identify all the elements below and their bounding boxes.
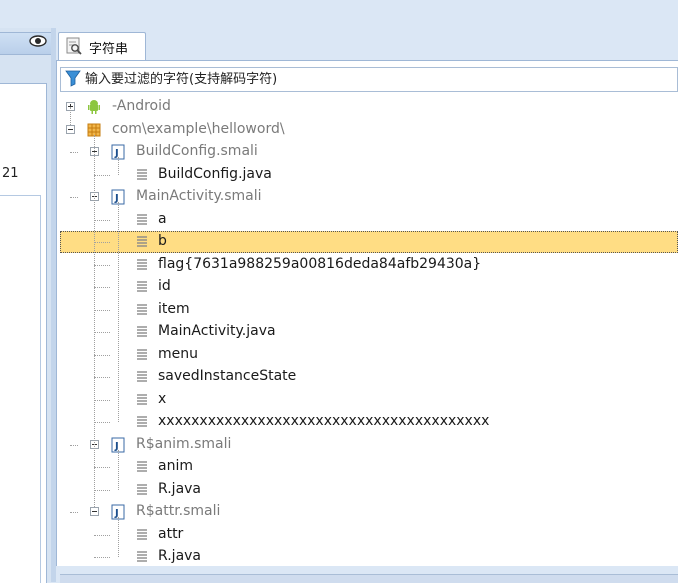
tree-row[interactable]: attr [60,524,678,546]
string-item-icon [137,326,147,337]
tree-connector [118,449,119,490]
tree-item-label: MainActivity.smali [136,188,262,204]
tree-connector [70,152,78,153]
collapse-icon[interactable] [66,124,75,134]
tree-item-label: BuildConfig.smali [136,143,258,159]
left-pane-subpanel [0,195,41,583]
tree-item-label: R$attr.smali [136,503,221,519]
tree-item-label: -Android [112,98,171,114]
string-item-icon [137,483,147,495]
tree-item-label: R.java [158,548,202,564]
tree-connector [94,557,110,558]
tree-connector [118,202,119,422]
string-item-icon [137,281,147,292]
tree-row[interactable]: a [60,209,678,231]
tree-item-label: x [158,390,167,407]
string-item-icon [137,371,147,382]
tree-connector [94,399,110,401]
strings-tree: -Android com\example\helloword\ J BuildConf… [60,96,678,566]
string-item-icon [137,236,147,247]
tree-item-label: b [158,233,167,249]
funnel-filter-icon [65,70,81,87]
tree-item-label: anim [158,458,193,474]
string-item-icon [137,303,147,315]
tree-item-label: menu [158,345,198,362]
tree-row[interactable]: J BuildConfig.smali [60,141,678,163]
tree-connector [94,467,110,468]
tree-connector [94,354,110,356]
string-item-icon [137,348,147,360]
tree-row[interactable]: id [60,276,678,298]
tree-connector [94,422,110,423]
tree-item-label: a [158,210,167,227]
string-item-icon [137,461,147,472]
string-item-icon [137,393,147,405]
string-item-icon [137,551,147,562]
tree-row[interactable]: x [60,389,678,411]
tree-item-label: R.java [158,480,202,497]
collapse-icon[interactable] [90,507,99,516]
string-item-icon [137,168,147,180]
tree-row[interactable]: savedInstanceState [60,366,678,388]
tree-connector [94,534,110,536]
tree-row[interactable]: R.java [60,546,678,568]
tree-item-label: flag{7631a988259a00816deda84afb29430a} [158,255,482,272]
eye-icon[interactable] [29,34,47,48]
tree-item-label: savedInstanceState [158,368,297,384]
string-item-icon [137,528,147,540]
tree-item-label: MainActivity.java [158,323,276,339]
tree-row[interactable]: com\example\helloword\ [60,119,678,141]
tree-row[interactable]: -Android [60,96,678,118]
tree-row[interactable]: anim [60,456,678,478]
tree-item-label: BuildConfig.java [158,165,272,182]
tree-item-label: xxxxxxxxxxxxxxxxxxxxxxxxxxxxxxxxxxxxxxxx [158,413,490,429]
tree-item-label: item [158,300,190,317]
tree-connector [94,309,110,311]
filter-input[interactable] [85,69,665,89]
tree-connector [118,517,119,557]
tree-row[interactable]: J R$attr.smali [60,501,678,523]
string-item-icon [137,213,147,225]
tree-connector [94,332,110,333]
tree-connector [118,157,119,175]
tree-row[interactable]: R.java [60,479,678,501]
tree-connector [94,134,95,507]
tree-connector [70,107,71,125]
tree-connector [94,377,110,378]
tree-row[interactable]: xxxxxxxxxxxxxxxxxxxxxxxxxxxxxxxxxxxxxxxx [60,411,678,433]
tree-row[interactable]: BuildConfig.java [60,164,678,186]
tree-row[interactable]: MainActivity.java [60,321,678,343]
tree-connector [70,512,78,513]
tree-connector [94,174,110,176]
tree-connector [94,264,110,266]
tree-row[interactable]: J MainActivity.smali [60,186,678,208]
tree-item-label: R$anim.smali [136,435,232,452]
tree-item-label: com\example\helloword\ [112,120,285,137]
tree-row[interactable]: menu [60,344,678,366]
string-item-icon [137,416,147,427]
tree-item-label: id [158,278,171,294]
android-icon [88,100,100,114]
tree-row[interactable]: flag{7631a988259a00816deda84afb29430a} [60,254,678,276]
tree-connector [94,287,110,288]
left-pane-number: 21 [2,166,19,181]
tree-connector [70,197,78,198]
string-item-icon [137,258,147,270]
tree-connector [94,242,110,243]
tree-connector [94,219,110,221]
tab-strings-label: 字符串 [89,42,129,57]
tree-row[interactable]: item [60,299,678,321]
string-search-icon [66,37,82,55]
tree-row-selected[interactable]: b [60,231,678,253]
tree-connector [94,489,110,491]
tree-connector [70,444,78,446]
tree-item-label: attr [158,525,184,542]
tree-row[interactable]: J R$anim.smali [60,434,678,456]
